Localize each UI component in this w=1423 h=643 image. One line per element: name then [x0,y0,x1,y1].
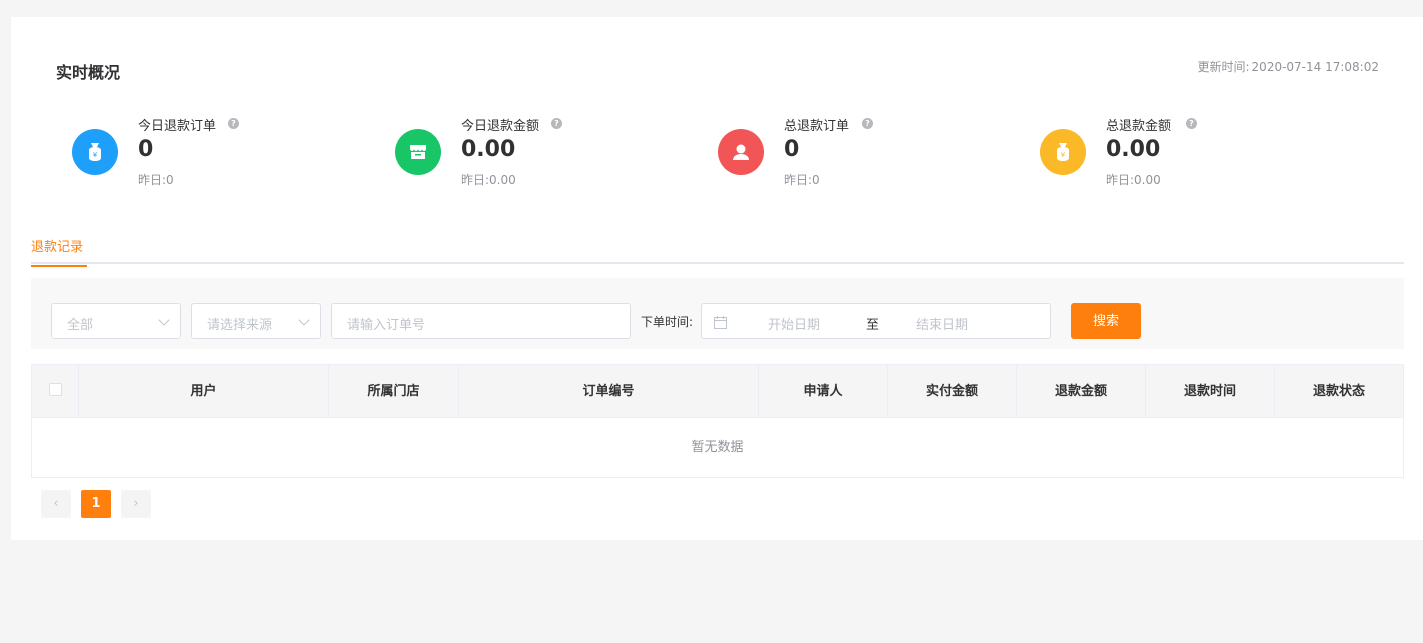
stat-yesterday: 昨日:0 [138,173,174,187]
column-header: 订单编号 [459,365,759,418]
select-all-checkbox[interactable] [49,383,62,396]
order-number-input[interactable]: 请输入订单号 [331,303,631,339]
stat-label: 今日退款金额 [461,119,540,134]
filter-bar: 全部 请选择来源 请输入订单号 下单时间: 开始日期 至 结束日期 搜索 [31,278,1404,349]
page-number-button[interactable]: 1 [81,490,111,518]
help-icon[interactable]: ? [862,118,873,129]
table-header: 用户 所属门店 订单编号 申请人 实付金额 退款金额 退款时间 退款状态 [32,365,1403,418]
calendar-icon [714,316,727,329]
column-header: 退款状态 [1312,384,1365,399]
empty-state: 暂无数据 [691,440,744,455]
overview-card: 实时概况 更新时间: 2020-07-14 17:08:02 ¥ 今日退款订单 ?… [11,17,1423,540]
svg-text:¥: ¥ [93,151,98,159]
start-date-input[interactable]: 开始日期 [768,314,820,333]
stat-total-refund-orders: 总退款订单 ? 0 昨日:0 [718,115,1018,195]
column-header: 申请人 [759,365,888,418]
stat-value: 0 [138,137,154,162]
tab-bar: 退款记录 [31,229,1404,267]
stat-today-refund-orders: ¥ 今日退款订单 ? 0 昨日:0 [72,115,372,195]
column-header: 实付金额 [888,365,1017,418]
chevron-down-icon [298,314,310,326]
update-time-value: 2020-07-14 17:08:02 [1251,60,1379,74]
source-select[interactable]: 请选择来源 [191,303,321,339]
date-separator: 至 [866,318,880,333]
column-header: 退款时间 [1146,365,1275,418]
money-bag-icon: ¥ [1040,129,1086,175]
user-icon [718,129,764,175]
date-range-picker[interactable]: 开始日期 至 结束日期 [701,303,1051,339]
stat-value: 0 [784,137,800,162]
order-time-label: 下单时间: [641,315,694,329]
chevron-down-icon [158,314,170,326]
help-icon[interactable]: ? [228,118,239,129]
order-number-placeholder: 请输入订单号 [347,318,426,333]
stat-label: 总退款金额 [1106,119,1172,134]
stat-yesterday: 昨日:0.00 [1106,173,1161,187]
column-header: 用户 [79,365,329,418]
prev-page-button[interactable]: ‹ [41,490,71,518]
stat-today-refund-amount: 今日退款金额 ? 0.00 昨日:0.00 [395,115,695,195]
store-icon [395,129,441,175]
stat-value: 0.00 [461,137,516,162]
update-time-label: 更新时间: [1197,60,1250,74]
stat-yesterday: 昨日:0 [784,173,820,187]
column-header: 所属门店 [329,365,459,418]
stat-yesterday: 昨日:0.00 [461,173,516,187]
stat-total-refund-amount: ¥ 总退款金额 ? 0.00 昨日:0.00 [1040,115,1340,195]
tab-refund-records[interactable]: 退款记录 [31,236,87,267]
help-icon[interactable]: ? [551,118,562,129]
update-time: 更新时间: 2020-07-14 17:08:02 [1198,58,1380,75]
status-select-value: 全部 [67,318,94,333]
stat-label: 今日退款订单 [138,119,217,134]
help-icon[interactable]: ? [1186,118,1197,129]
column-header: 退款金额 [1017,365,1146,418]
stat-label: 总退款订单 [784,119,850,134]
stat-value: 0.00 [1106,137,1161,162]
status-select[interactable]: 全部 [51,303,181,339]
search-button[interactable]: 搜索 [1071,303,1141,339]
next-page-button[interactable]: › [121,490,151,518]
svg-text:¥: ¥ [1061,151,1066,159]
source-select-placeholder: 请选择来源 [207,318,273,333]
money-bag-icon: ¥ [72,129,118,175]
overview-title: 实时概况 [56,63,121,82]
end-date-input[interactable]: 结束日期 [916,314,968,333]
select-all-cell [32,365,79,418]
refund-table: 用户 所属门店 订单编号 申请人 实付金额 退款金额 退款时间 退款状态 暂无数… [31,364,1404,478]
